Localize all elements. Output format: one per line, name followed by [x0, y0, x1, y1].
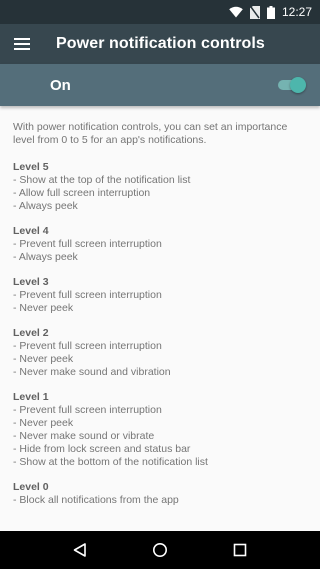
- intro-text: With power notification controls, you ca…: [13, 121, 288, 146]
- master-toggle-switch[interactable]: [278, 77, 306, 93]
- level-item: - Never peek: [13, 302, 74, 314]
- battery-icon: [266, 5, 275, 19]
- level-0-section: Level 0 - Block all notifications from t…: [13, 481, 308, 507]
- level-item: - Never peek: [13, 417, 74, 429]
- app-bar: Power notification controls: [0, 24, 320, 64]
- level-item: - Prevent full screen interruption: [13, 289, 162, 301]
- page-title: Power notification controls: [56, 35, 265, 52]
- recents-icon[interactable]: [228, 538, 252, 562]
- level-item: - Always peek: [13, 200, 78, 212]
- level-item: - Never make sound and vibration: [13, 366, 171, 378]
- level-item: - Never make sound or vibrate: [13, 430, 155, 442]
- status-bar: 12:27: [0, 0, 320, 24]
- home-icon[interactable]: [148, 538, 172, 562]
- level-4-section: Level 4 - Prevent full screen interrupti…: [13, 225, 308, 264]
- switch-label: On: [50, 76, 71, 94]
- hamburger-menu-icon[interactable]: [12, 34, 32, 54]
- level-item: - Block all notifications from the app: [13, 494, 179, 506]
- level-1-section: Level 1 - Prevent full screen interrupti…: [13, 391, 308, 469]
- master-switch-bar[interactable]: On: [0, 64, 320, 106]
- level-title: Level 2: [13, 327, 49, 339]
- level-title: Level 4: [13, 225, 49, 237]
- description-content: With power notification controls, you ca…: [0, 106, 320, 519]
- level-item: - Prevent full screen interruption: [13, 340, 162, 352]
- level-item: - Hide from lock screen and status bar: [13, 443, 191, 455]
- no-sim-icon: [249, 5, 260, 19]
- level-title: Level 3: [13, 276, 49, 288]
- level-title: Level 1: [13, 391, 49, 403]
- level-item: - Allow full screen interruption: [13, 187, 151, 199]
- level-5-section: Level 5 - Show at the top of the notific…: [13, 161, 308, 213]
- level-title: Level 0: [13, 481, 49, 493]
- back-icon[interactable]: [68, 538, 92, 562]
- level-2-section: Level 2 - Prevent full screen interrupti…: [13, 327, 308, 379]
- level-item: - Prevent full screen interruption: [13, 238, 162, 250]
- toggle-thumb: [290, 77, 306, 93]
- level-item: - Show at the top of the notification li…: [13, 174, 191, 186]
- level-item: - Never peek: [13, 353, 74, 365]
- status-time: 12:27: [281, 5, 312, 19]
- level-item: - Always peek: [13, 251, 78, 263]
- level-item: - Prevent full screen interruption: [13, 404, 162, 416]
- navigation-bar: [0, 531, 320, 569]
- wifi-icon: [229, 6, 243, 18]
- level-title: Level 5: [13, 161, 49, 173]
- level-3-section: Level 3 - Prevent full screen interrupti…: [13, 276, 308, 315]
- level-item: - Show at the bottom of the notification…: [13, 456, 208, 468]
